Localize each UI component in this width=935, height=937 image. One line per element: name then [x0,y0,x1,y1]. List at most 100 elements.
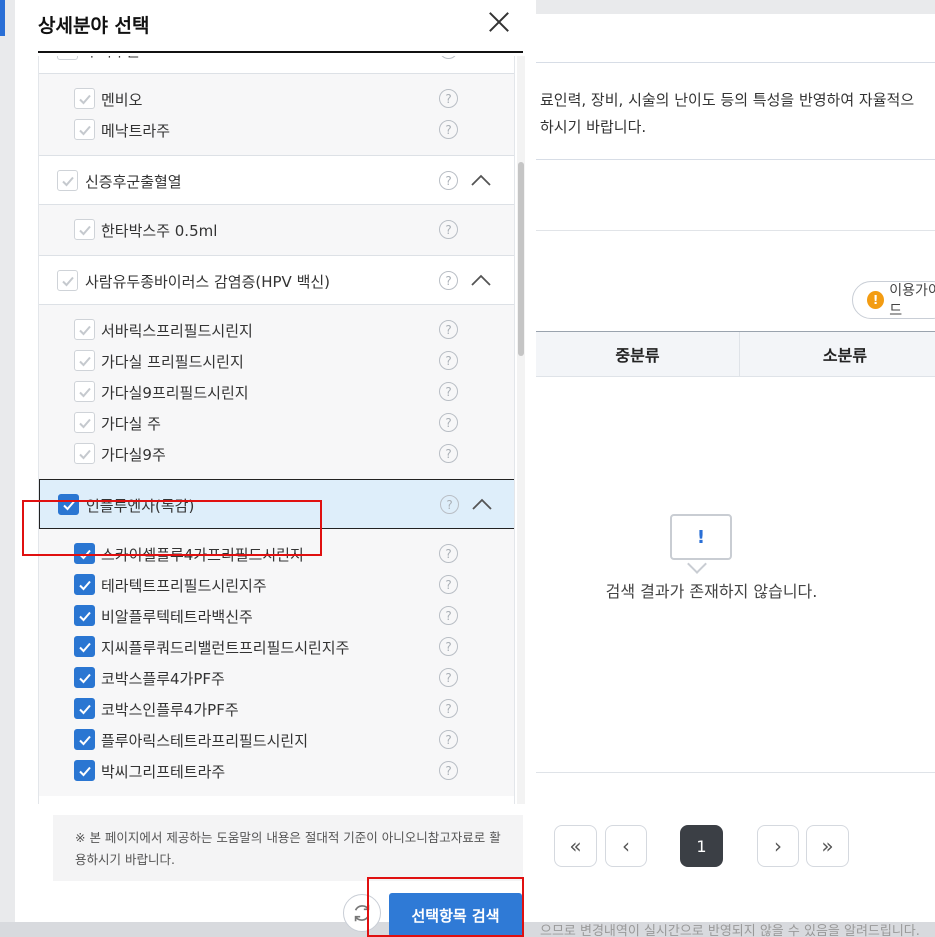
item-checkbox[interactable] [74,729,95,750]
item-checkbox[interactable] [74,636,95,657]
help-icon[interactable]: ? [439,544,458,563]
sub-item[interactable]: 비알플루텍테트라백신주? [39,600,514,631]
chevron-up-icon[interactable] [471,272,491,286]
help-icon[interactable]: ? [439,730,458,749]
sub-item[interactable]: 박씨그리프테트라주? [39,755,514,786]
item-label: 지씨플루쿼드리밸런트프리필드시린지주 [101,639,350,657]
sub-item[interactable]: 코박스인플루4가PF주? [39,693,514,724]
help-icon[interactable]: ? [439,56,458,59]
sub-item-list: 서바릭스프리필드시린지? 가다실 프리필드시린지? 가다실9프리필드시린지? 가다실 … [39,305,514,479]
help-icon[interactable]: ? [439,220,458,239]
sub-item[interactable]: 지씨플루쿼드리밸런트프리필드시린지주? [39,631,514,662]
category-list[interactable]: 수막구균?멘비오?메낙트라주?신증후군출혈열?한타박스주 0.5ml?사람유두종… [38,56,515,804]
title-divider [38,51,523,53]
help-icon[interactable]: ? [439,320,458,339]
pagination-last-button[interactable]: » [806,825,849,867]
search-selected-button[interactable]: 선택항목 검색 [389,893,522,937]
sub-item[interactable]: 서바릭스프리필드시린지? [39,314,514,345]
notice-line: 료인력, 장비, 시술의 난이도 등의 특성을 반영하여 자율적으 [540,91,915,109]
group-checkbox[interactable] [57,170,78,191]
empty-result-icon: ! [670,514,732,560]
item-checkbox[interactable] [74,219,95,240]
help-icon[interactable]: ? [439,89,458,108]
item-checkbox[interactable] [74,605,95,626]
scrollbar-thumb[interactable] [518,162,524,356]
item-checkbox[interactable] [74,88,95,109]
reset-button[interactable] [343,894,381,932]
help-icon[interactable]: ? [439,668,458,687]
column-header-middle: 중분류 [615,346,660,365]
sub-item[interactable]: 테라텍트프리필드시린지주? [39,569,514,600]
item-checkbox[interactable] [74,350,95,371]
group-checkbox[interactable] [57,270,78,291]
help-icon[interactable]: ? [439,351,458,370]
usage-guide-button[interactable]: ! 이용가이드 [852,281,935,319]
help-icon[interactable]: ? [439,637,458,656]
help-icon[interactable]: ? [439,699,458,718]
sub-item[interactable]: 코박스플루4가PF주? [39,662,514,693]
sub-item[interactable]: 메낙트라주? [39,114,514,145]
sub-item[interactable]: 가다실9주? [39,438,514,469]
refresh-icon [354,904,370,922]
help-icon[interactable]: ? [439,413,458,432]
group-checkbox[interactable] [57,56,78,60]
help-icon[interactable]: ? [440,495,459,514]
item-label: 가다실9프리필드시린지 [101,384,249,402]
help-disclaimer: ※ 본 페이지에서 제공하는 도움말의 내용은 절대적 기준이 아니오니참고자료… [53,815,523,881]
item-checkbox[interactable] [74,667,95,688]
help-icon[interactable]: ? [439,271,458,290]
item-checkbox[interactable] [74,574,95,595]
item-label: 메낙트라주 [101,122,171,140]
item-label: 가다실 주 [101,415,161,433]
sub-item[interactable]: 스카이셀플루4가프리필드시린지? [39,538,514,569]
item-label: 박씨그리프테트라주 [101,763,226,781]
divider [536,230,935,231]
help-icon[interactable]: ? [439,761,458,780]
help-icon[interactable]: ? [439,382,458,401]
item-checkbox[interactable] [74,119,95,140]
help-icon[interactable]: ? [439,120,458,139]
group-label: 인플루엔자(독감) [86,497,195,515]
item-checkbox[interactable] [74,698,95,719]
help-icon[interactable]: ? [439,444,458,463]
help-icon[interactable]: ? [439,606,458,625]
sub-item[interactable]: 플루아릭스테트라프리필드시린지? [39,724,514,755]
sub-item[interactable]: 멘비오? [39,83,514,114]
item-checkbox[interactable] [74,381,95,402]
item-label: 가다실9주 [101,446,166,464]
help-icon[interactable]: ? [439,171,458,190]
category-group-header[interactable]: 수막구균? [39,56,514,74]
help-icon[interactable]: ? [439,575,458,594]
pagination-page-current[interactable]: 1 [680,825,723,867]
item-label: 플루아릭스테트라프리필드시린지 [101,732,309,750]
group-label: 수막구균 [85,56,140,61]
item-checkbox[interactable] [74,443,95,464]
item-checkbox[interactable] [74,543,95,564]
pagination-prev-button[interactable]: ‹ [605,825,647,867]
sub-item[interactable]: 가다실 프리필드시린지? [39,345,514,376]
sub-item[interactable]: 한타박스주 0.5ml? [39,214,514,245]
column-header-small: 소분류 [822,346,868,365]
group-label: 신증후군출혈열 [85,173,182,191]
sub-item[interactable]: 가다실9프리필드시린지? [39,376,514,407]
empty-result-message: 검색 결과가 존재하지 않습니다. [605,582,818,601]
group-checkbox[interactable] [58,494,79,515]
pagination-next-button[interactable]: › [757,825,799,867]
category-group-header[interactable]: 신증후군출혈열? [39,155,514,205]
item-label: 코박스인플루4가PF주 [101,701,239,719]
sub-item[interactable]: 가다실 주? [39,407,514,438]
item-checkbox[interactable] [74,319,95,340]
close-icon[interactable] [485,8,513,36]
item-label: 한타박스주 0.5ml [101,222,218,240]
item-checkbox[interactable] [74,760,95,781]
table-bottom-border [536,772,935,773]
category-group-header[interactable]: 인플루엔자(독감)? [39,479,514,529]
sub-item-list: 스카이셀플루4가프리필드시린지? 테라텍트프리필드시린지주? 비알플루텍테트라백신주… [39,529,514,796]
notice-box: 료인력, 장비, 시술의 난이도 등의 특성을 반영하여 자율적으 하시기 바랍… [536,62,935,160]
item-checkbox[interactable] [74,412,95,433]
category-group-header[interactable]: 사람유두종바이러스 감염증(HPV 백신)? [39,255,514,305]
chevron-up-icon[interactable] [471,172,491,186]
chevron-up-icon[interactable] [472,496,492,510]
pagination-first-button[interactable]: « [554,825,597,867]
item-label: 비알플루텍테트라백신주 [101,608,253,626]
